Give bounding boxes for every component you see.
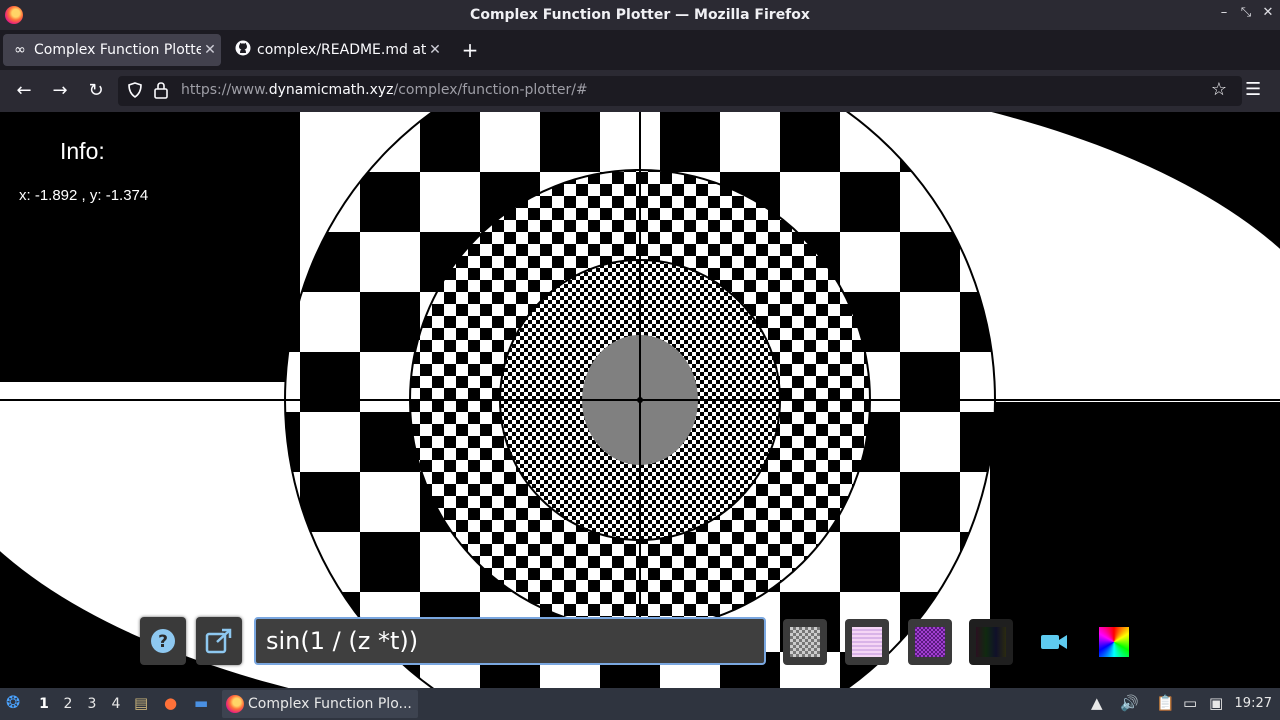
pattern-grid-button[interactable] [845, 619, 889, 665]
reload-icon[interactable]: ↻ [83, 79, 109, 103]
notification-icon[interactable]: ▣ [1209, 694, 1223, 712]
navigation-bar: ← → ↻ https://www.dynamicmath.xyz/comple… [0, 70, 1280, 112]
video-camera-icon [1041, 635, 1067, 649]
open-external-button[interactable] [196, 617, 242, 665]
window-titlebar: Complex Function Plotter — Mozilla Firef… [0, 0, 1280, 30]
url-prefix: https://www. [181, 82, 269, 98]
info-panel: Info: x: -1.892 , y: -1.374 [8, 120, 208, 230]
desktop-2[interactable]: 2 [61, 696, 75, 712]
tab-label: Complex Function Plotter [34, 42, 201, 58]
tab-readme[interactable]: complex/README.md at ✕ [226, 34, 446, 66]
file-manager-icon[interactable]: ▤ [134, 694, 148, 712]
window-title: Complex Function Plotter — Mozilla Firef… [470, 7, 810, 23]
help-button[interactable]: ? [140, 617, 186, 665]
firefox-logo-icon [5, 6, 23, 24]
info-heading: Info: [60, 138, 105, 164]
lock-icon[interactable] [154, 81, 168, 99]
pattern-dark-button[interactable] [969, 619, 1013, 665]
taskbar-app-firefox[interactable]: Complex Function Plo... [222, 690, 418, 718]
url-domain: dynamicmath.xyz [268, 82, 394, 98]
firefox-launcher-icon[interactable]: ● [164, 694, 177, 712]
svg-text:?: ? [158, 632, 168, 652]
tray-up-arrow-icon[interactable]: ▲ [1091, 694, 1103, 712]
pattern-purple-button[interactable] [908, 619, 952, 665]
clock: 19:27 [1234, 696, 1272, 711]
taskbar: ❂ 1 2 3 4 ▤ ● ▬ Complex Function Plo... … [0, 688, 1280, 720]
new-tab-button[interactable]: + [460, 38, 480, 62]
tab-bar: ∞ Complex Function Plotter ✕ complex/REA… [0, 30, 1280, 70]
hamburger-menu-icon[interactable]: ☰ [1245, 79, 1261, 100]
forward-icon[interactable]: → [47, 79, 73, 103]
bookmark-star-icon[interactable]: ☆ [1211, 79, 1227, 100]
cursor-coordinates: x: -1.892 , y: -1.374 [19, 187, 149, 204]
firefox-icon [226, 695, 244, 713]
url-path: /complex/function-plotter/# [393, 82, 588, 98]
taskbar-app-label: Complex Function Plo... [248, 696, 412, 712]
dark-swatch-icon [976, 627, 1006, 657]
grid-swatch-icon [852, 627, 882, 657]
color-mode-button[interactable] [1092, 619, 1136, 665]
tracking-shield-icon[interactable] [128, 82, 142, 102]
desktop-1[interactable]: 1 [37, 696, 51, 712]
close-window-icon[interactable]: ✕ [1258, 5, 1278, 20]
url-text[interactable]: https://www.dynamicmath.xyz/complex/func… [181, 82, 588, 98]
start-menu-icon[interactable]: ❂ [6, 693, 20, 713]
tab-complex-function-plotter[interactable]: ∞ Complex Function Plotter ✕ [3, 34, 221, 66]
tab-close-icon[interactable]: ✕ [201, 42, 219, 58]
external-link-icon [205, 628, 232, 654]
record-video-button[interactable] [1032, 619, 1076, 665]
purple-swatch-icon [915, 627, 945, 657]
minimize-icon[interactable]: – [1214, 5, 1234, 20]
volume-icon[interactable]: 🔊 [1120, 694, 1139, 712]
desktop-3[interactable]: 3 [85, 696, 99, 712]
back-icon[interactable]: ← [11, 79, 37, 103]
color-wheel-icon [1099, 627, 1129, 657]
clipboard-icon[interactable]: 📋 [1156, 694, 1175, 712]
infinity-icon: ∞ [14, 42, 26, 58]
desktop-show-icon[interactable]: ▬ [194, 694, 208, 712]
checker-swatch-icon [790, 627, 820, 657]
tab-label: complex/README.md at [257, 42, 426, 58]
tab-close-icon[interactable]: ✕ [426, 42, 444, 58]
question-icon: ? [151, 629, 175, 653]
pattern-checker-button[interactable] [783, 619, 827, 665]
github-icon [235, 40, 251, 60]
restore-icon[interactable]: ⤡ [1236, 5, 1256, 20]
url-bar[interactable]: https://www.dynamicmath.xyz/complex/func… [118, 76, 1242, 106]
desktop-4[interactable]: 4 [109, 696, 123, 712]
function-expression-input[interactable] [254, 617, 766, 665]
network-icon[interactable]: ▭ [1183, 694, 1197, 712]
